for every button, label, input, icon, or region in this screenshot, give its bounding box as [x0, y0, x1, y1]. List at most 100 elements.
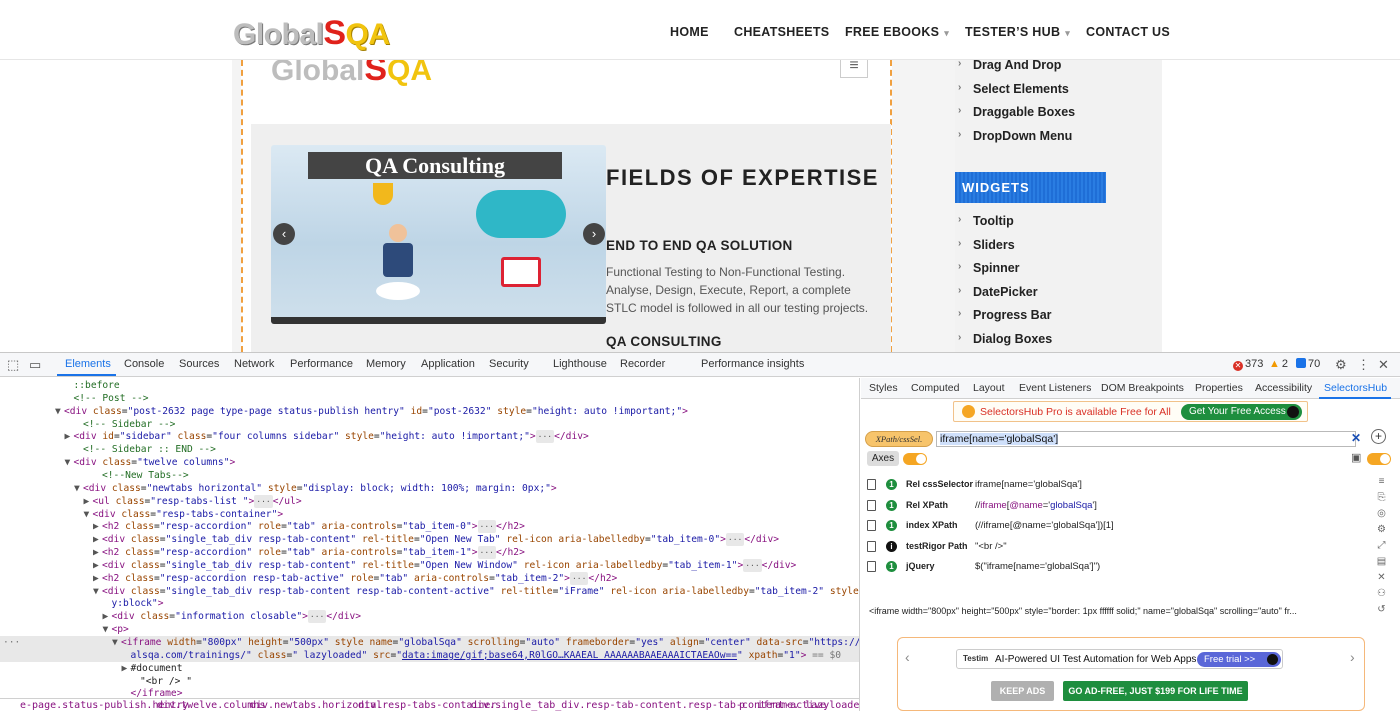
dom-node-line[interactable]: <!-- Sidebar :: END --> [0, 443, 216, 456]
site-logo[interactable]: GlobalSQA [233, 14, 390, 53]
settings-toggle[interactable] [1367, 453, 1391, 465]
nav-item-4[interactable]: CONTACT US [1086, 25, 1170, 39]
nav-item-2[interactable]: FREE EBOOKS ▾ [845, 25, 949, 39]
ad-content[interactable]: Testim AI-Powered UI Test Automation for… [956, 649, 1283, 669]
keep-ads-button[interactable]: KEEP ADS [991, 681, 1054, 701]
dom-node-line[interactable]: ▶ <h2 class="resp-accordion resp-tab-acti… [0, 571, 617, 585]
history-icon[interactable]: ↺ [1376, 604, 1387, 615]
devtools-tab[interactable]: Performance insights [701, 358, 804, 370]
dom-node-line[interactable]: ▼ <div class="twelve columns"> [0, 456, 236, 469]
free-trial-button[interactable]: Free trial >> [1197, 652, 1281, 667]
selector-value[interactable]: (//iframe[@name='globalSqa'])[1] [975, 520, 1114, 531]
dom-node-line[interactable]: ▶ <div id="sidebar" class="four columns s… [0, 430, 589, 444]
devtools-tab[interactable]: Memory [366, 358, 406, 370]
collapse-triangle-icon[interactable]: ▼ [84, 508, 93, 521]
clear-input-icon[interactable]: ✕ [1351, 431, 1361, 445]
sidebar-pane-tab[interactable]: Computed [911, 382, 959, 394]
settings-gear-icon[interactable]: ⚙ [1335, 357, 1347, 373]
devtools-tab[interactable]: Console [124, 358, 164, 370]
dom-node-line[interactable]: <!-- Post --> [0, 392, 149, 405]
sidebar-pane-tab[interactable]: Styles [869, 382, 898, 394]
expand-triangle-icon[interactable]: ▶ [84, 495, 93, 508]
expand-triangle-icon[interactable]: ▶ [93, 533, 102, 546]
breadcrumb-item[interactable]: p [739, 699, 745, 711]
code-icon[interactable]: ▤ [1376, 556, 1387, 567]
selector-value[interactable]: "<br />" [975, 541, 1007, 552]
selector-value[interactable]: iframe[name='globalSqa'] [975, 479, 1082, 490]
dom-node-line[interactable]: ▶ <ul class="resp-tabs-list "> ··· </ul> [0, 494, 302, 508]
go-ad-free-button[interactable]: GO AD-FREE, JUST $199 FOR LIFE TIME [1063, 681, 1248, 701]
dom-node-line[interactable]: y:block"> [0, 597, 164, 610]
dom-node-line[interactable]: <!-- Sidebar --> [0, 418, 175, 431]
nav-item-0[interactable]: HOME [670, 25, 709, 39]
devtools-tab[interactable]: Recorder [620, 358, 665, 370]
sidebar-pane-tab[interactable]: SelectorsHub [1324, 382, 1387, 394]
bug-icon[interactable]: ⚇ [1376, 588, 1387, 599]
image-slider[interactable]: QA Consulting ‹ › [271, 145, 606, 324]
dom-node-line[interactable]: ▶ <div class="single_tab_div resp-tab-con… [0, 533, 779, 547]
elements-tree[interactable]: ::before <!-- Post --> ▼ <div class="post-2… [0, 378, 860, 711]
devtools-tab[interactable]: Sources [179, 358, 219, 370]
copy-icon[interactable] [867, 479, 876, 490]
axes-toggle[interactable] [903, 453, 927, 465]
error-count[interactable]: ✕ 373 [1233, 358, 1263, 371]
collapse-triangle-icon[interactable]: ▼ [93, 585, 102, 598]
collapse-triangle-icon[interactable]: ▼ [55, 405, 64, 418]
dom-node-line[interactable]: ::before [0, 379, 120, 392]
expand-triangle-icon[interactable]: ▶ [93, 572, 102, 585]
expand-triangle-icon[interactable]: ▶ [93, 546, 102, 559]
expand-triangle-icon[interactable]: ▶ [103, 610, 112, 623]
nav-item-3[interactable]: TESTER’S HUB ▾ [965, 25, 1070, 39]
sidebar-pane-tab[interactable]: Properties [1195, 382, 1243, 394]
dom-node-line[interactable]: ▶ <div class="information closable"> ··· </… [0, 610, 361, 624]
dom-node-line[interactable]: ▶ <h2 class="resp-accordion" role="tab" a… [0, 520, 525, 534]
image-icon[interactable]: ▣ [1351, 451, 1361, 464]
slider-next-button[interactable]: › [583, 223, 605, 245]
dom-node-line[interactable]: ▼ <p> [0, 623, 129, 636]
dom-node-line[interactable]: ▼ <div class="resp-tabs-container"> [0, 508, 284, 521]
selector-value[interactable]: //iframe[@name='globalSqa'] [975, 500, 1097, 511]
dom-node-line[interactable]: ▼ <div class="single_tab_div resp-tab-con… [0, 585, 859, 598]
devtools-tab[interactable]: Elements [65, 358, 111, 370]
dom-node-line[interactable]: ▶ <div class="single_tab_div resp-tab-con… [0, 558, 796, 572]
add-selector-icon[interactable]: + [1371, 429, 1386, 444]
device-toolbar-icon[interactable]: ▭ [29, 357, 41, 373]
dom-node-line[interactable]: ▶ <h2 class="resp-accordion" role="tab" a… [0, 546, 525, 560]
sidebar-pane-tab[interactable]: Layout [973, 382, 1005, 394]
expand-icon[interactable]: ⤢ [1376, 540, 1387, 551]
axes-button[interactable]: Axes [867, 451, 899, 466]
expand-triangle-icon[interactable]: ▶ [65, 430, 74, 443]
selector-type-toggle[interactable]: XPath/cssSel. [865, 431, 933, 447]
copy-icon[interactable] [867, 561, 876, 572]
slider-prev-button[interactable]: ‹ [273, 223, 295, 245]
dom-node-line[interactable]: <!--New Tabs--> [0, 469, 189, 482]
settings-icon[interactable]: ⚙ [1376, 524, 1387, 535]
devtools-tab[interactable]: Lighthouse [553, 358, 607, 370]
sidebar-pane-tab[interactable]: DOM Breakpoints [1101, 382, 1184, 394]
more-options-icon[interactable]: ⋮ [1357, 357, 1370, 373]
nav-item-1[interactable]: CHEATSHEETS [734, 25, 829, 39]
devtools-tab[interactable]: Application [421, 358, 475, 370]
copy-icon[interactable] [867, 520, 876, 531]
dom-node-line[interactable]: "<br /> " [0, 675, 192, 688]
dom-node-line[interactable]: ▼ <div class="newtabs horizontal" style="… [0, 482, 557, 495]
copy-icon[interactable] [867, 540, 876, 552]
menu-icon[interactable]: ≡ [1376, 476, 1387, 487]
selector-value[interactable]: $("iframe[name='globalSqa']") [975, 561, 1100, 572]
devtools-tab[interactable]: Network [234, 358, 274, 370]
collapse-triangle-icon[interactable]: ▼ [112, 636, 121, 649]
devtools-tab[interactable]: Security [489, 358, 529, 370]
selector-input[interactable]: iframe[name='globalSqa'] [936, 431, 1356, 447]
sidebar-pane-tab[interactable]: Accessibility [1255, 382, 1312, 394]
copy-list-icon[interactable]: ⎘ [1376, 492, 1387, 503]
expand-triangle-icon[interactable]: ▶ [122, 662, 131, 675]
dom-node-line[interactable]: ▶ #document [0, 662, 183, 675]
dom-node-line[interactable]: ▼ <iframe width="800px" height="500px" st… [0, 636, 859, 649]
expand-triangle-icon[interactable]: ▶ [93, 520, 102, 533]
crosshair-icon[interactable]: ✕ [1376, 572, 1387, 583]
copy-icon[interactable] [867, 499, 876, 511]
sidebar-pane-tab[interactable]: Event Listeners [1019, 382, 1091, 394]
close-devtools-icon[interactable]: ✕ [1378, 357, 1389, 373]
get-free-access-button[interactable]: Get Your Free Access [1181, 404, 1302, 420]
breadcrumb-item[interactable]: iframe. lazyloaded [757, 699, 859, 711]
